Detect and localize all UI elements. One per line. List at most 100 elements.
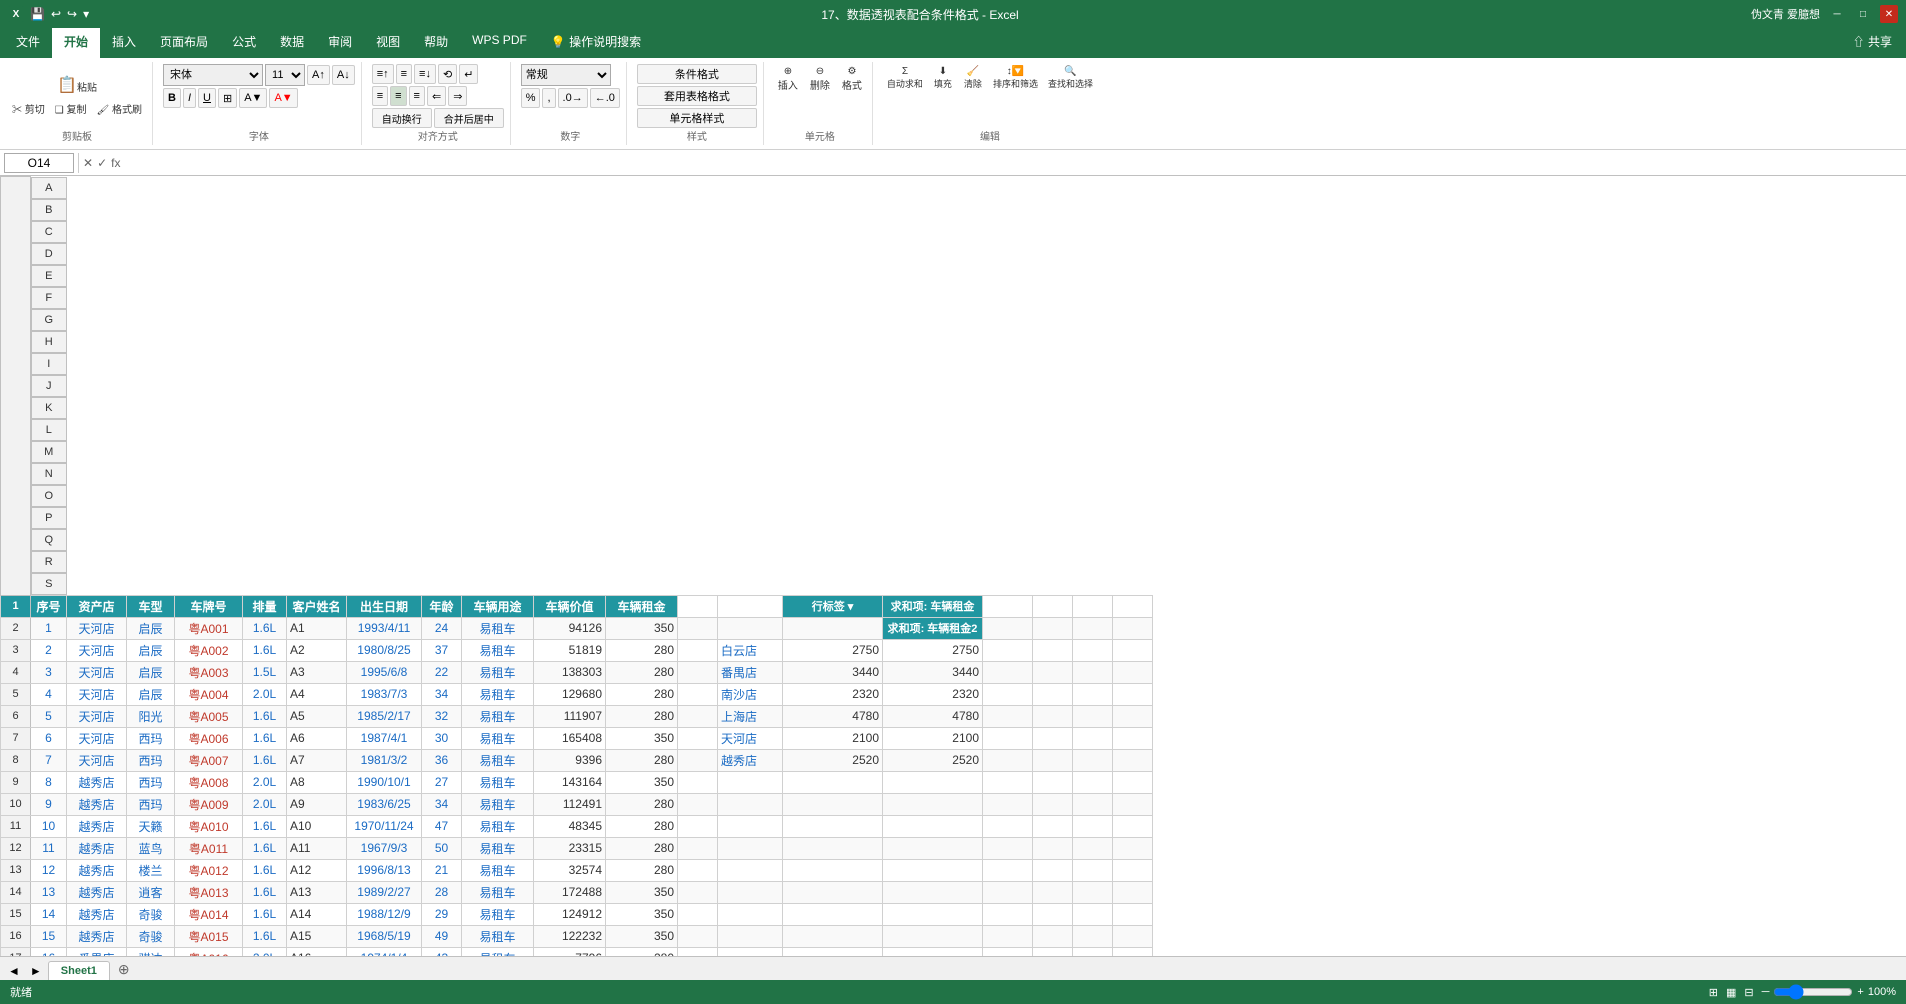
cell-m8[interactable]: 越秀店 bbox=[718, 749, 783, 771]
cell-r2[interactable] bbox=[1073, 617, 1113, 639]
cell-13-1[interactable]: 越秀店 bbox=[67, 859, 127, 881]
col-header-r[interactable]: R bbox=[31, 551, 67, 573]
find-select-button[interactable]: 🔍 查找和选择 bbox=[1044, 64, 1097, 92]
cell-15-3[interactable]: 粤A014 bbox=[175, 903, 243, 925]
cell-10-7[interactable]: 34 bbox=[422, 793, 462, 815]
cell-3-1[interactable]: 天河店 bbox=[67, 639, 127, 661]
delete-button[interactable]: ⊖ 删除 bbox=[806, 64, 834, 94]
cell-o16[interactable] bbox=[883, 925, 983, 947]
format-button[interactable]: ⚙ 格式 bbox=[838, 64, 866, 94]
header-birthdate[interactable]: 出生日期 bbox=[347, 595, 422, 617]
underline-button[interactable]: U bbox=[198, 88, 216, 108]
font-increase-button[interactable]: A↑ bbox=[307, 65, 330, 85]
col-header-p[interactable]: P bbox=[31, 507, 67, 529]
cell-4-8[interactable]: 易租车 bbox=[462, 661, 534, 683]
cell-m15[interactable] bbox=[718, 903, 783, 925]
cell-p5[interactable] bbox=[983, 683, 1033, 705]
cell-m4[interactable]: 番禺店 bbox=[718, 661, 783, 683]
header-plate[interactable]: 车牌号 bbox=[175, 595, 243, 617]
cell-l9[interactable] bbox=[678, 771, 718, 793]
cell-12-3[interactable]: 粤A011 bbox=[175, 837, 243, 859]
cell-7-10[interactable]: 350 bbox=[606, 727, 678, 749]
cell-9-6[interactable]: 1990/10/1 bbox=[347, 771, 422, 793]
cell-p2[interactable] bbox=[983, 617, 1033, 639]
cell-r11[interactable] bbox=[1073, 815, 1113, 837]
cell-o8[interactable]: 2520 bbox=[883, 749, 983, 771]
quick-more[interactable]: ▾ bbox=[83, 7, 89, 21]
align-top-button[interactable]: ≡↑ bbox=[372, 64, 394, 84]
cell-10-1[interactable]: 越秀店 bbox=[67, 793, 127, 815]
cell-m5[interactable]: 南沙店 bbox=[718, 683, 783, 705]
text-direction-button[interactable]: ⟲ bbox=[438, 64, 457, 84]
header-value[interactable]: 车辆价值 bbox=[534, 595, 606, 617]
cell-l6[interactable] bbox=[678, 705, 718, 727]
cell-l1[interactable] bbox=[678, 595, 718, 617]
cell-r4[interactable] bbox=[1073, 661, 1113, 683]
sheet-tab-1[interactable]: Sheet1 bbox=[48, 961, 110, 980]
cell-6-6[interactable]: 1985/2/17 bbox=[347, 705, 422, 727]
confirm-formula-icon[interactable]: ✓ bbox=[97, 156, 107, 170]
cell-q12[interactable] bbox=[1033, 837, 1073, 859]
cell-s4[interactable] bbox=[1113, 661, 1153, 683]
cell-12-0[interactable]: 11 bbox=[31, 837, 67, 859]
cell-12-9[interactable]: 23315 bbox=[534, 837, 606, 859]
header-seqno[interactable]: 序号 bbox=[31, 595, 67, 617]
cell-15-9[interactable]: 124912 bbox=[534, 903, 606, 925]
cell-4-5[interactable]: A3 bbox=[287, 661, 347, 683]
cell-r13[interactable] bbox=[1073, 859, 1113, 881]
zoom-slider[interactable] bbox=[1773, 984, 1853, 1000]
col-header-s[interactable]: S bbox=[31, 573, 67, 595]
col-header-h[interactable]: H bbox=[31, 331, 67, 353]
cell-7-6[interactable]: 1987/4/1 bbox=[347, 727, 422, 749]
cell-8-4[interactable]: 1.6L bbox=[243, 749, 287, 771]
increase-decimal-button[interactable]: .0→ bbox=[558, 88, 588, 108]
indent-button[interactable]: ↵ bbox=[459, 64, 478, 84]
cell-r5[interactable] bbox=[1073, 683, 1113, 705]
col-header-k[interactable]: K bbox=[31, 397, 67, 419]
cell-m3[interactable]: 白云店 bbox=[718, 639, 783, 661]
cell-s9[interactable] bbox=[1113, 771, 1153, 793]
cell-p11[interactable] bbox=[983, 815, 1033, 837]
cell-l10[interactable] bbox=[678, 793, 718, 815]
cell-11-1[interactable]: 越秀店 bbox=[67, 815, 127, 837]
align-bottom-button[interactable]: ≡↓ bbox=[414, 64, 436, 84]
cell-m13[interactable] bbox=[718, 859, 783, 881]
cell-s3[interactable] bbox=[1113, 639, 1153, 661]
cell-5-5[interactable]: A4 bbox=[287, 683, 347, 705]
cell-10-10[interactable]: 280 bbox=[606, 793, 678, 815]
cell-4-4[interactable]: 1.5L bbox=[243, 661, 287, 683]
cell-r15[interactable] bbox=[1073, 903, 1113, 925]
cell-10-0[interactable]: 9 bbox=[31, 793, 67, 815]
cell-m12[interactable] bbox=[718, 837, 783, 859]
cell-7-3[interactable]: 粤A006 bbox=[175, 727, 243, 749]
cell-14-4[interactable]: 1.6L bbox=[243, 881, 287, 903]
view-preview-icon[interactable]: ⊟ bbox=[1744, 986, 1753, 999]
cell-5-6[interactable]: 1983/7/3 bbox=[347, 683, 422, 705]
cell-17-5[interactable]: A16 bbox=[287, 947, 347, 956]
col-header-q[interactable]: Q bbox=[31, 529, 67, 551]
format-painter-button[interactable]: 🖌 格式刷 bbox=[93, 99, 146, 118]
cell-15-10[interactable]: 350 bbox=[606, 903, 678, 925]
cell-o17[interactable] bbox=[883, 947, 983, 956]
cell-17-0[interactable]: 16 bbox=[31, 947, 67, 956]
cell-n15[interactable] bbox=[783, 903, 883, 925]
cell-r3[interactable] bbox=[1073, 639, 1113, 661]
cell-3-3[interactable]: 粤A002 bbox=[175, 639, 243, 661]
col-header-a[interactable]: A bbox=[31, 177, 67, 199]
cell-13-9[interactable]: 32574 bbox=[534, 859, 606, 881]
cell-14-3[interactable]: 粤A013 bbox=[175, 881, 243, 903]
maximize-button[interactable]: □ bbox=[1854, 5, 1872, 23]
cell-5-1[interactable]: 天河店 bbox=[67, 683, 127, 705]
cell-s2[interactable] bbox=[1113, 617, 1153, 639]
cell-q13[interactable] bbox=[1033, 859, 1073, 881]
cell-12-1[interactable]: 越秀店 bbox=[67, 837, 127, 859]
quick-undo[interactable]: ↩ bbox=[51, 7, 61, 21]
italic-button[interactable]: I bbox=[183, 88, 196, 108]
cell-s12[interactable] bbox=[1113, 837, 1153, 859]
cell-s10[interactable] bbox=[1113, 793, 1153, 815]
cell-q10[interactable] bbox=[1033, 793, 1073, 815]
tab-help[interactable]: 帮助 bbox=[412, 28, 460, 58]
cell-16-8[interactable]: 易租车 bbox=[462, 925, 534, 947]
zoom-out-icon[interactable]: ─ bbox=[1762, 986, 1770, 998]
cell-17-1[interactable]: 番禺店 bbox=[67, 947, 127, 956]
